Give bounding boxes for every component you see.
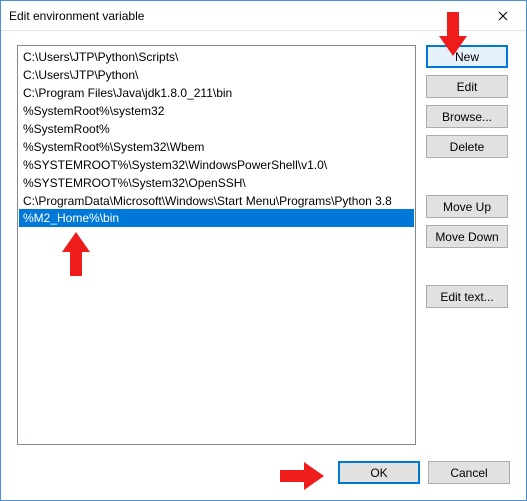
list-item[interactable]: C:\Users\JTP\Python\: [19, 65, 414, 83]
list-item[interactable]: %SystemRoot%\system32: [19, 101, 414, 119]
browse-button[interactable]: Browse...: [426, 105, 508, 128]
list-item[interactable]: C:\ProgramData\Microsoft\Windows\Start M…: [19, 191, 414, 209]
window-title: Edit environment variable: [9, 9, 480, 23]
delete-button[interactable]: Delete: [426, 135, 508, 158]
list-item-editing[interactable]: [19, 209, 414, 227]
dialog-body: C:\Users\JTP\Python\Scripts\ C:\Users\JT…: [1, 31, 526, 500]
path-listbox[interactable]: C:\Users\JTP\Python\Scripts\ C:\Users\JT…: [17, 45, 416, 445]
footer-buttons: OK Cancel: [17, 447, 510, 484]
list-item[interactable]: %SystemRoot%: [19, 119, 414, 137]
new-button[interactable]: New: [426, 45, 508, 68]
list-item[interactable]: %SYSTEMROOT%\System32\WindowsPowerShell\…: [19, 155, 414, 173]
list-item[interactable]: %SystemRoot%\System32\Wbem: [19, 137, 414, 155]
edit-input[interactable]: [19, 209, 414, 227]
content-row: C:\Users\JTP\Python\Scripts\ C:\Users\JT…: [17, 45, 510, 447]
close-icon: [498, 11, 508, 21]
list-item[interactable]: C:\Users\JTP\Python\Scripts\: [19, 47, 414, 65]
ok-button[interactable]: OK: [338, 461, 420, 484]
dialog-window: Edit environment variable C:\Users\JTP\P…: [0, 0, 527, 501]
titlebar: Edit environment variable: [1, 1, 526, 31]
spacer: [426, 255, 510, 285]
move-up-button[interactable]: Move Up: [426, 195, 508, 218]
close-button[interactable]: [480, 1, 526, 30]
edit-text-button[interactable]: Edit text...: [426, 285, 508, 308]
list-item[interactable]: %SYSTEMROOT%\System32\OpenSSH\: [19, 173, 414, 191]
cancel-button[interactable]: Cancel: [428, 461, 510, 484]
list-item[interactable]: C:\Program Files\Java\jdk1.8.0_211\bin: [19, 83, 414, 101]
side-buttons: New Edit Browse... Delete Move Up Move D…: [426, 45, 510, 447]
move-down-button[interactable]: Move Down: [426, 225, 508, 248]
spacer: [426, 165, 510, 195]
edit-button[interactable]: Edit: [426, 75, 508, 98]
